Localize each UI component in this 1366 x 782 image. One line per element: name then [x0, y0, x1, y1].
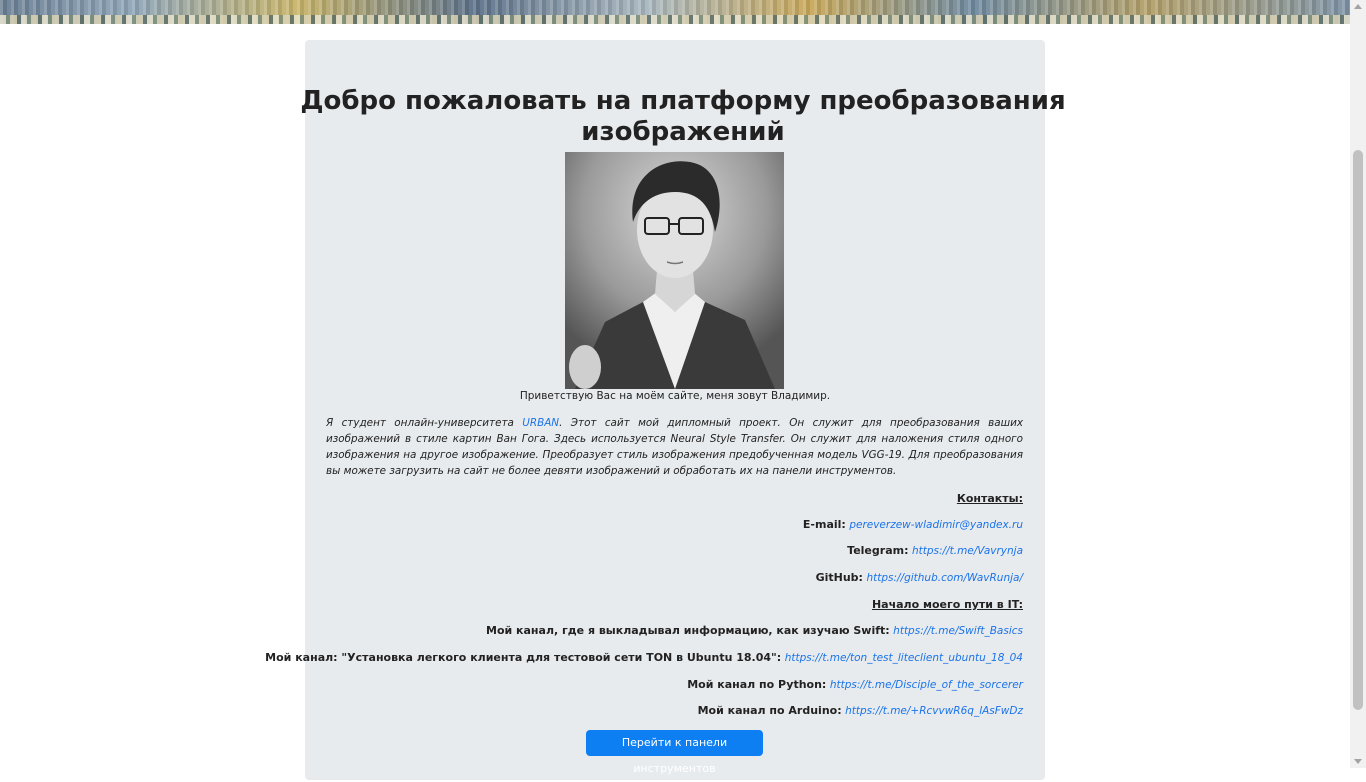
contacts-heading-text: Контакты:: [956, 492, 1023, 505]
journey-item-label: Мой канал, где я выкладывал информацию, …: [486, 624, 890, 637]
author-portrait-image: [565, 152, 784, 389]
scroll-up-arrow-icon[interactable]: [1354, 4, 1362, 9]
journey-item-arduino: Мой канал по Arduino: https://t.me/+Rcvv…: [698, 704, 1023, 717]
portrait-illustration: [565, 152, 784, 389]
telegram-link[interactable]: https://t.me/Vavrynja: [912, 545, 1023, 557]
github-label: GitHub:: [815, 571, 863, 584]
scroll-down-arrow-icon[interactable]: [1354, 759, 1362, 764]
intro-text-start: Я студент онлайн-университета: [326, 417, 523, 429]
journey-item-label: Мой канал по Arduino:: [697, 704, 842, 717]
journey-item-ton: Мой канал: "Установка легкого клиента дл…: [265, 651, 1023, 664]
journey-item-link[interactable]: https://t.me/+RcvvwR6q_lAsFwDz: [845, 705, 1023, 717]
journey-item-swift: Мой канал, где я выкладывал информацию, …: [486, 624, 1023, 637]
page-title-line-1: Добро пожаловать на платформу преобразов…: [300, 86, 1066, 116]
urban-link[interactable]: URBAN: [522, 417, 559, 429]
email-row: E-mail: pereverzew-wladimir@yandex.ru: [803, 518, 1023, 531]
journey-item-python: Мой канал по Python: https://t.me/Discip…: [687, 678, 1023, 691]
journey-item-link[interactable]: https://t.me/Swift_Basics: [893, 625, 1023, 637]
journey-item-label: Мой канал по Python:: [687, 678, 827, 691]
telegram-label: Telegram:: [847, 544, 909, 557]
journey-item-link[interactable]: https://t.me/Disciple_of_the_sorcerer: [830, 679, 1023, 691]
contacts-heading: Контакты:: [957, 492, 1023, 505]
email-label: E-mail:: [802, 518, 846, 531]
journey-heading-text: Начало моего пути в IT:: [871, 598, 1023, 611]
github-link[interactable]: https://github.com/WavRunja/: [866, 572, 1023, 584]
journey-item-label: Мой канал: "Установка легкого клиента дл…: [265, 651, 782, 664]
journey-heading: Начало моего пути в IT:: [872, 598, 1023, 611]
page-title-line-2: изображений: [581, 117, 785, 147]
intro-paragraph: Я студент онлайн-университета URBAN. Это…: [326, 415, 1023, 479]
telegram-row: Telegram: https://t.me/Vavrynja: [847, 544, 1023, 557]
email-link[interactable]: pereverzew-wladimir@yandex.ru: [849, 519, 1023, 531]
journey-item-link[interactable]: https://t.me/ton_test_liteclient_ubuntu_…: [785, 652, 1023, 664]
welcome-card: [305, 40, 1045, 780]
portrait-caption: Приветствую Вас на моём сайте, меня зову…: [519, 390, 831, 402]
scroll-thumb[interactable]: [1353, 150, 1363, 710]
go-to-toolbar-button[interactable]: Перейти к панели инструментов: [586, 730, 763, 775]
header-banner-image: [0, 0, 1350, 24]
page-title: Добро пожаловать на платформу преобразов…: [0, 86, 1366, 148]
github-row: GitHub: https://github.com/WavRunja/: [816, 571, 1023, 584]
